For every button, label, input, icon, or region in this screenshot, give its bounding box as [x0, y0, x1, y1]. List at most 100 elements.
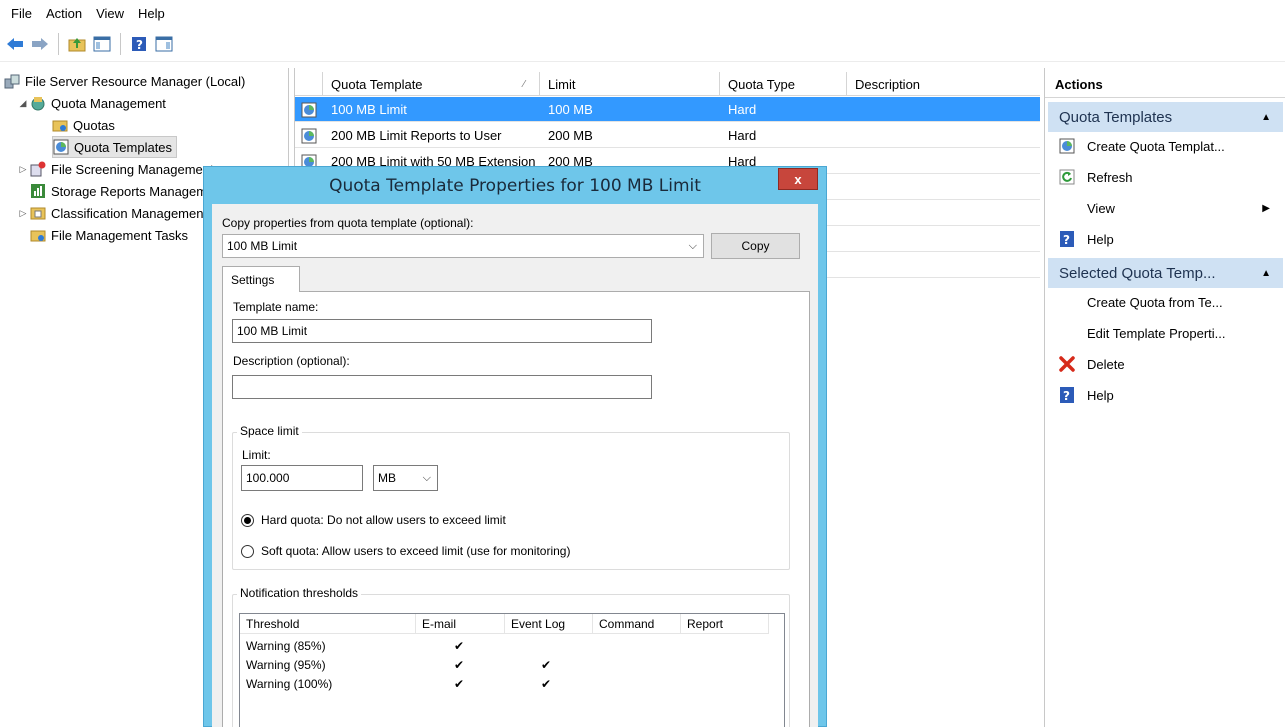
chevron-down-icon: ⌵	[422, 471, 431, 484]
tree-quota-templates-label: Quota Templates	[74, 139, 173, 155]
tree-file-management-tasks[interactable]: File Management Tasks	[30, 224, 188, 246]
column-header-limit[interactable]: Limit	[540, 72, 720, 96]
space-limit-group: Space limit Limit: 100.000 MB ⌵ Hard quo…	[232, 424, 790, 570]
action-label: Create Quota from Te...	[1087, 294, 1223, 310]
show-hide-tree-icon[interactable]	[91, 33, 113, 55]
actions-section-quota-templates[interactable]: Quota Templates ▲	[1048, 102, 1283, 132]
limit-unit-select[interactable]: MB ⌵	[373, 465, 438, 491]
notification-thresholds-group: Notification thresholds Threshold E-mail…	[232, 586, 790, 727]
action-refresh[interactable]: Refresh	[1059, 162, 1284, 192]
table-row[interactable]: 100 MB Limit 100 MB Hard	[295, 97, 1040, 122]
grid-header-event-log[interactable]: Event Log	[505, 614, 593, 634]
grid-row[interactable]: Warning (85%) ✔	[240, 636, 785, 655]
grid-row[interactable]: Warning (95%) ✔ ✔	[240, 655, 785, 674]
column-header-quota-template[interactable]: Quota Template ⁄	[323, 72, 540, 96]
limit-input[interactable]: 100.000	[241, 465, 363, 491]
template-name-input[interactable]: 100 MB Limit	[232, 319, 652, 343]
action-help[interactable]: ? Help	[1059, 224, 1284, 254]
tree-storage-reports[interactable]: Storage Reports Management	[30, 180, 225, 202]
cell-limit: 100 MB	[548, 102, 593, 117]
help-icon[interactable]: ?	[128, 33, 150, 55]
cell-description	[855, 149, 1035, 174]
description-label: Description (optional):	[233, 354, 350, 368]
cell-type: Hard	[728, 102, 757, 117]
quota-template-icon	[301, 97, 319, 122]
blank-icon	[1059, 200, 1075, 216]
chevron-down-icon: ⌵	[688, 239, 697, 252]
expand-arrow-icon[interactable]: ▷	[16, 208, 30, 219]
action-edit-template-properties[interactable]: Edit Template Properti...	[1059, 318, 1284, 348]
hard-quota-radio[interactable]: Hard quota: Do not allow users to exceed…	[241, 513, 506, 527]
server-icon	[4, 73, 20, 89]
submenu-arrow-icon: ▶	[1262, 202, 1270, 214]
menu-file[interactable]: File	[4, 6, 39, 21]
back-icon[interactable]	[4, 33, 26, 55]
file-screening-icon	[30, 161, 46, 177]
expand-arrow-icon[interactable]: ▷	[16, 164, 30, 175]
space-limit-title: Space limit	[237, 424, 302, 438]
collapse-up-icon[interactable]: ▲	[1261, 112, 1271, 123]
soft-quota-radio[interactable]: Soft quota: Allow users to exceed limit …	[241, 544, 570, 558]
actions-title: Actions	[1045, 72, 1285, 98]
section-label: Quota Templates	[1059, 108, 1173, 126]
tree-quota-management-label: Quota Management	[51, 95, 166, 111]
folder-icon	[52, 117, 68, 133]
grid-header-report[interactable]: Report	[681, 614, 769, 634]
forward-icon[interactable]	[29, 33, 51, 55]
collapse-arrow-icon[interactable]: ◢	[16, 98, 30, 109]
column-header-label: Limit	[548, 76, 576, 92]
table-row[interactable]: 200 MB Limit Reports to User 200 MB Hard	[295, 123, 1040, 148]
grid-header-command[interactable]: Command	[593, 614, 681, 634]
threshold-cell: Warning (100%)	[246, 676, 333, 691]
collapse-up-icon[interactable]: ▲	[1261, 268, 1271, 279]
cell-description	[855, 123, 1035, 148]
action-help-selected[interactable]: ? Help	[1059, 380, 1284, 410]
dialog-title: Quota Template Properties for 100 MB Lim…	[329, 175, 701, 196]
grid-header-threshold[interactable]: Threshold	[240, 614, 416, 634]
tree-root[interactable]: File Server Resource Manager (Local)	[4, 70, 245, 92]
menu-view[interactable]: View	[89, 6, 131, 21]
grid-row[interactable]: Warning (100%) ✔ ✔	[240, 674, 785, 693]
action-view[interactable]: View ▶	[1059, 193, 1284, 223]
tree-file-screening[interactable]: ▷ File Screening Management	[16, 158, 214, 180]
up-folder-icon[interactable]	[66, 33, 88, 55]
column-header-description[interactable]: Description	[847, 72, 1040, 96]
tree-classification[interactable]: ▷ Classification Management	[16, 202, 208, 224]
blank-icon	[1059, 294, 1075, 310]
action-delete[interactable]: Delete	[1059, 349, 1284, 379]
refresh-icon	[1059, 169, 1075, 185]
help-icon: ?	[1059, 387, 1075, 403]
menu-help[interactable]: Help	[131, 6, 172, 21]
grid-header-email[interactable]: E-mail	[416, 614, 505, 634]
column-header-quota-type[interactable]: Quota Type	[720, 72, 847, 96]
show-hide-action-pane-icon[interactable]	[153, 33, 175, 55]
action-label: View	[1087, 200, 1115, 216]
toolbar: ?	[0, 26, 1285, 62]
menu-action[interactable]: Action	[39, 6, 89, 21]
action-create-quota-from-template[interactable]: Create Quota from Te...	[1059, 287, 1284, 317]
tree-quota-management[interactable]: ◢ Quota Management	[16, 92, 166, 114]
action-label: Refresh	[1087, 169, 1133, 185]
tab-settings[interactable]: Settings	[222, 266, 300, 292]
action-label: Help	[1087, 387, 1114, 403]
column-header-label: Quota Template	[331, 76, 423, 92]
cell-name: 100 MB Limit	[331, 102, 407, 117]
action-create-quota-template[interactable]: Create Quota Templat...	[1059, 131, 1284, 161]
quota-template-icon	[301, 123, 319, 148]
tree-quotas[interactable]: Quotas	[52, 114, 115, 136]
tree-classification-label: Classification Management	[51, 205, 208, 221]
email-check-icon: ✔	[454, 676, 465, 691]
copy-button[interactable]: Copy	[711, 233, 800, 259]
soft-quota-label: Soft quota: Allow users to exceed limit …	[261, 544, 571, 558]
copy-from-template-select[interactable]: 100 MB Limit ⌵	[222, 234, 704, 258]
actions-section-selected-quota-template[interactable]: Selected Quota Temp... ▲	[1048, 258, 1283, 288]
section-label: Selected Quota Temp...	[1059, 264, 1216, 282]
quota-template-icon	[1059, 138, 1075, 154]
description-input[interactable]	[232, 375, 652, 399]
hard-quota-label: Hard quota: Do not allow users to exceed…	[261, 513, 506, 527]
cell-name: 200 MB Limit Reports to User	[331, 128, 502, 143]
tree-quota-templates[interactable]: Quota Templates	[52, 136, 178, 158]
close-button[interactable]: x	[778, 168, 818, 190]
column-header-label: Description	[855, 76, 921, 92]
cell-limit: 200 MB	[548, 128, 593, 143]
